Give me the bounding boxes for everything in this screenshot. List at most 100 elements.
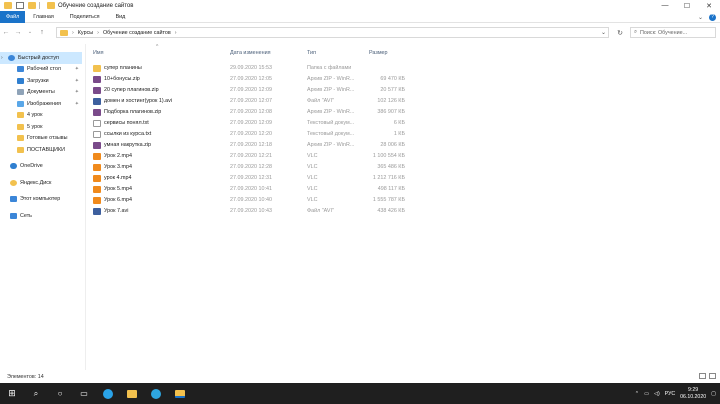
tab-view[interactable]: Вид (108, 14, 134, 20)
file-row[interactable]: Подборка плагинов.zip 27.09.2020 12:08 Арх… (88, 107, 418, 118)
sidebar-item-network[interactable]: Сеть (0, 210, 82, 222)
pane-divider[interactable] (85, 44, 86, 370)
sidebar-item-this-pc[interactable]: Этот компьютер (0, 194, 82, 206)
sidebar-item-yandex-disk[interactable]: Яндекс.Диск (0, 177, 82, 189)
sidebar-label: 4 урок (27, 112, 43, 119)
desktop-icon (17, 66, 24, 73)
breadcrumb-item[interactable]: Обучение создание сайтов (103, 30, 171, 36)
file-row[interactable]: ссылки из курса.txt 27.09.2020 12:20 Текст… (88, 129, 418, 140)
file-name: урок 4.mp4 (104, 175, 132, 181)
column-header-date[interactable]: Дата изменения (230, 50, 271, 56)
file-row[interactable]: Урок 7.avi 27.09.2020 10:43 Файл "AVI" 438 … (88, 206, 418, 217)
search-input[interactable]: ⌕ Поиск: Обучение... (630, 27, 716, 38)
file-date: 27.09.2020 12:08 (230, 109, 272, 115)
large-icons-view-icon[interactable] (709, 373, 716, 379)
search-icon[interactable]: ⌕ (24, 383, 48, 404)
clock-date: 06.10.2020 (680, 393, 707, 400)
column-headers: Имя Дата изменения Тип Размер (88, 47, 418, 59)
archive-icon (93, 142, 101, 149)
file-row[interactable]: Урок 5.mp4 27.09.2020 10:41 VLC 498 117 КБ (88, 184, 418, 195)
clock[interactable]: 9:29 06.10.2020 (680, 387, 706, 401)
sidebar-item-documents[interactable]: Документы ✦ (0, 87, 82, 99)
sidebar-item-suppliers[interactable]: ПОСТАВЩИКИ (0, 144, 82, 156)
explorer-icon[interactable] (120, 383, 144, 404)
file-row[interactable]: урок 4.mp4 27.09.2020 12:31 VLC 1 212 716 К… (88, 173, 418, 184)
task-view-icon[interactable]: ○ (48, 383, 72, 404)
file-date: 27.09.2020 10:41 (230, 186, 272, 192)
pin-icon[interactable]: ✦ (75, 78, 79, 84)
maximize-button[interactable]: ☐ (676, 0, 698, 11)
volume-icon[interactable]: ◁) (654, 391, 660, 397)
vlc-icon (93, 164, 101, 171)
expand-ribbon-icon[interactable]: ⌄ (698, 14, 703, 21)
file-row[interactable]: домен и хостинг(урок 1).avi 27.09.2020 12… (88, 96, 418, 107)
address-bar[interactable]: › Курсы › Обучение создание сайтов › ⌄ (56, 27, 609, 38)
file-type: Архив ZIP - WinR... (307, 76, 355, 82)
new-folder-icon[interactable] (28, 2, 36, 9)
minimize-button[interactable]: — (654, 0, 676, 11)
sidebar-label: Изображения (27, 100, 61, 107)
task-switch-icon[interactable]: ▭ (72, 383, 96, 404)
pin-icon[interactable]: ✦ (75, 66, 79, 72)
tab-share[interactable]: Поделиться (62, 14, 108, 20)
pin-icon[interactable]: ✦ (75, 101, 79, 107)
column-header-type[interactable]: Тип (307, 50, 316, 56)
column-header-size[interactable]: Размер (369, 50, 388, 56)
sidebar-item-desktop[interactable]: Рабочий стол ✦ (0, 64, 82, 76)
ribbon-controls: ⌄ ? (698, 11, 716, 23)
windows-start-icon[interactable]: ⊞ (0, 383, 24, 404)
forward-icon[interactable]: → (12, 29, 24, 36)
notifications-icon[interactable]: ▢ (711, 391, 716, 397)
up-icon[interactable]: ↑ (36, 29, 48, 36)
file-row[interactable]: 20 супер плагинов.zip 27.09.2020 12:09 Арх… (88, 85, 418, 96)
telegram-icon[interactable] (144, 383, 168, 404)
properties-icon[interactable] (16, 2, 24, 9)
sidebar-item-downloads[interactable]: Загрузки ✦ (0, 75, 82, 87)
chevron-icon: › (1, 54, 3, 61)
file-name: Урок 2.mp4 (104, 153, 133, 159)
details-view-icon[interactable] (699, 373, 706, 379)
help-icon[interactable]: ? (709, 13, 716, 21)
folder-icon[interactable] (168, 383, 192, 404)
battery-icon[interactable]: ▭ (644, 391, 649, 397)
tab-home[interactable]: Главная (25, 14, 62, 20)
sidebar-item-pictures[interactable]: Изображения ✦ (0, 98, 82, 110)
pin-icon[interactable]: ✦ (75, 89, 79, 95)
file-size: 365 486 КБ (377, 164, 405, 170)
recent-locations-icon[interactable]: ⌄ (24, 29, 36, 35)
column-header-name[interactable]: Имя (93, 50, 104, 56)
file-name: Урок 6.mp4 (104, 197, 133, 203)
sidebar-label: OneDrive (20, 163, 43, 170)
close-button[interactable]: ✕ (698, 0, 720, 11)
edge-icon[interactable] (96, 383, 120, 404)
file-row[interactable]: 10+бонусы.zip 27.09.2020 12:05 Архив ZIP -… (88, 74, 418, 85)
back-icon[interactable]: ← (0, 29, 12, 36)
file-row[interactable]: Урок 3.mp4 27.09.2020 12:28 VLC 365 486 КБ (88, 162, 418, 173)
file-row[interactable]: Урок 6.mp4 27.09.2020 10:40 VLC 1 555 787 К… (88, 195, 418, 206)
file-row[interactable]: сервисы понял.txt 27.09.2020 12:09 Текстов… (88, 118, 418, 129)
sidebar-item-lesson-5[interactable]: 5 урок (0, 121, 82, 133)
file-row[interactable]: супер планины 29.09.2020 15:53 Папка с фай… (88, 63, 418, 74)
breadcrumb-item[interactable]: Курсы (78, 30, 93, 36)
file-type: Файл "AVI" (307, 208, 334, 214)
sidebar-item-onedrive[interactable]: OneDrive (0, 161, 82, 173)
sidebar-item-lesson-4[interactable]: 4 урок (0, 110, 82, 122)
refresh-icon[interactable]: ↻ (614, 27, 626, 38)
file-list: супер планины 29.09.2020 15:53 Папка с фай… (88, 63, 418, 217)
file-row[interactable]: умная накрутка.zip 27.09.2020 12:18 Архив … (88, 140, 418, 151)
file-type: Архив ZIP - WinR... (307, 87, 355, 93)
file-tab[interactable]: Файл (0, 10, 26, 23)
file-type: Архив ZIP - WinR... (307, 142, 355, 148)
language-indicator[interactable]: РУС (665, 391, 675, 397)
sidebar-item-quick-access[interactable]: › Быстрый доступ (0, 52, 82, 64)
file-name: домен и хостинг(урок 1).avi (104, 98, 173, 104)
video-icon (93, 208, 101, 215)
file-size: 1 555 787 КБ (372, 197, 405, 203)
chevron-up-icon[interactable]: ⌃ (635, 391, 639, 397)
sidebar-item-reviews[interactable]: Готовые отзывы (0, 133, 82, 145)
sidebar-label: Рабочий стол (27, 66, 61, 73)
text-icon (93, 131, 101, 138)
address-dropdown-icon[interactable]: ⌄ (601, 29, 606, 36)
file-row[interactable]: Урок 2.mp4 27.09.2020 12:21 VLC 1 100 554 К… (88, 151, 418, 162)
folder-icon (60, 29, 68, 36)
